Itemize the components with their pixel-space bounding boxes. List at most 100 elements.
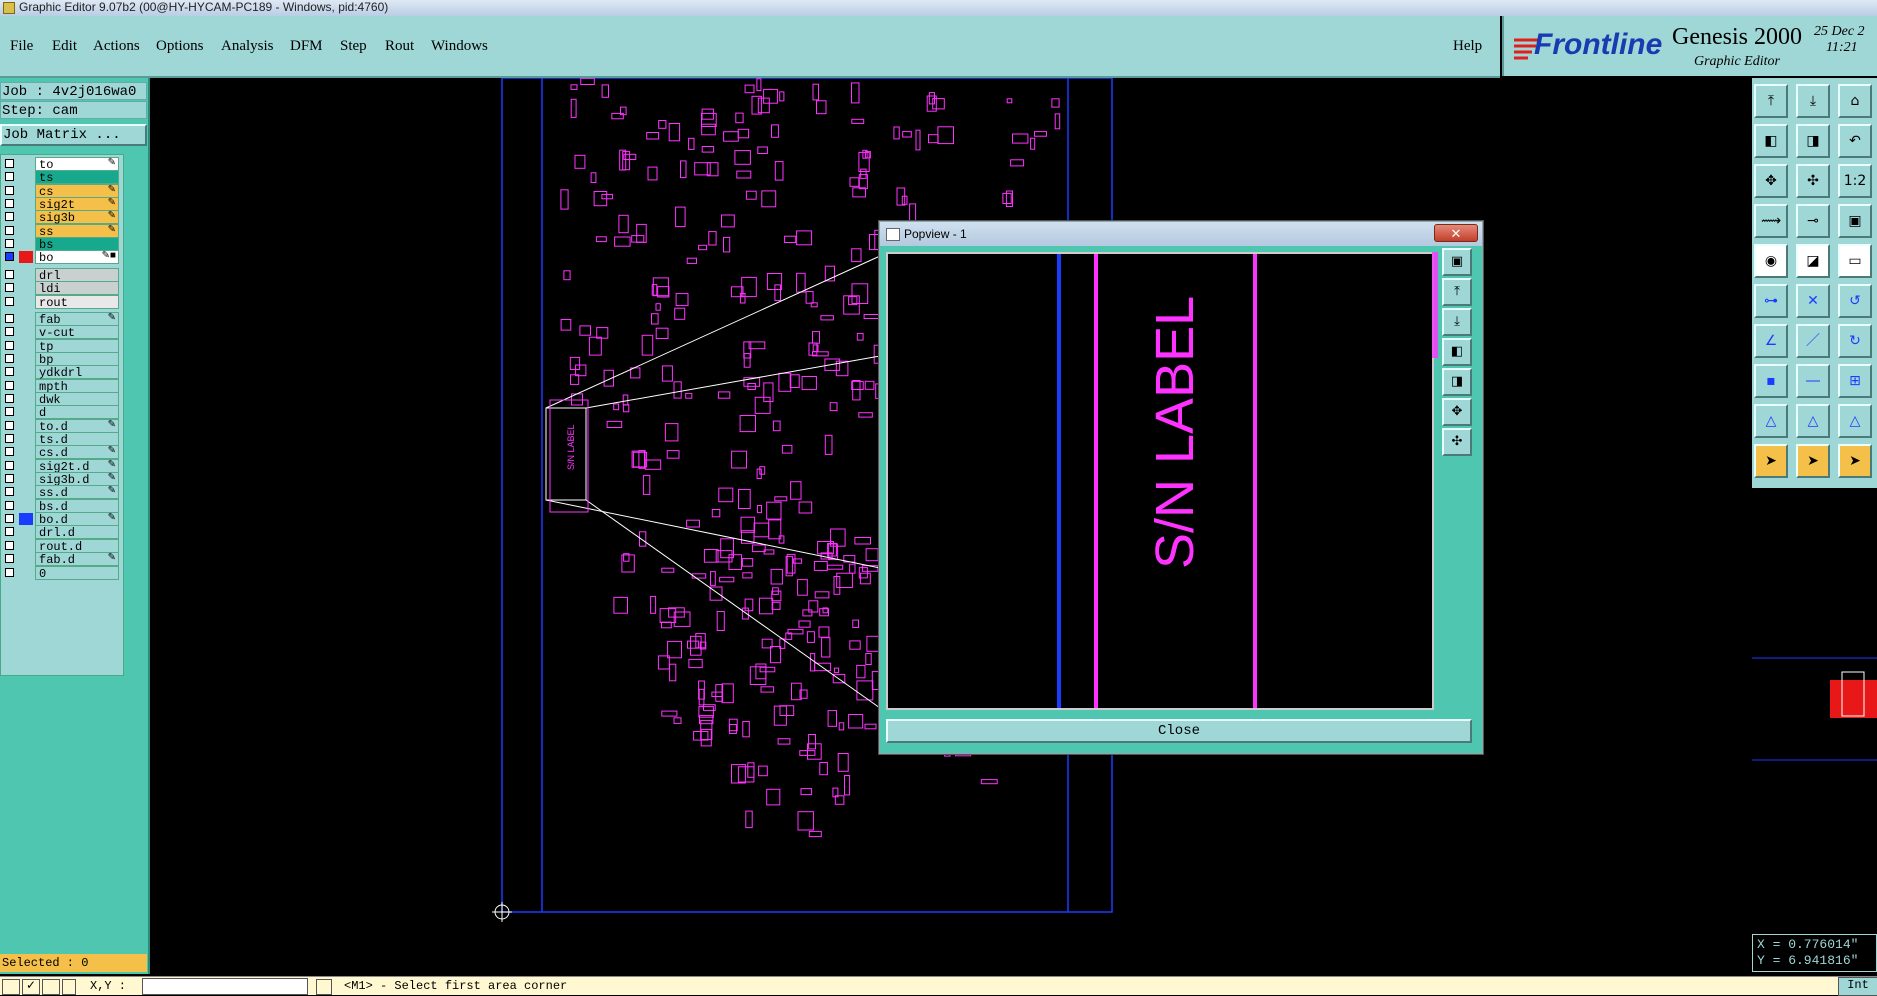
layer-checkbox[interactable] <box>5 527 14 537</box>
layer-row-cs-d[interactable]: cs.d ✎ <box>3 445 119 460</box>
add-pad-icon[interactable]: ◉ <box>1754 244 1788 278</box>
layer-checkbox[interactable] <box>5 407 14 417</box>
layer-checkbox[interactable] <box>5 212 14 222</box>
layer-row-rout[interactable]: rout <box>3 294 119 310</box>
layer-name[interactable]: sig2t.d <box>35 458 119 474</box>
layer-row-bs-d[interactable]: bs.d <box>3 498 119 514</box>
layer-name[interactable]: ss.d <box>35 485 119 500</box>
layer-name[interactable]: sig3b.d <box>35 472 119 487</box>
layer-checkbox[interactable] <box>5 327 14 337</box>
layer-row-to-d[interactable]: to.d ✎ <box>3 418 119 434</box>
layer-row-bo-d[interactable]: bo.d ✎ <box>3 512 119 527</box>
menu-dfm[interactable]: DFM <box>290 38 323 55</box>
menu-file[interactable]: File <box>10 38 33 55</box>
layer-checkbox[interactable] <box>5 380 14 390</box>
menu-options[interactable]: Options <box>156 38 204 55</box>
menu-help[interactable]: Help <box>1453 38 1482 55</box>
layer-checkbox[interactable] <box>5 239 14 249</box>
layer-checkbox[interactable] <box>5 367 14 377</box>
scale-icon[interactable]: 1:2 <box>1838 164 1872 198</box>
layer-row-ldi[interactable]: ldi <box>3 281 119 296</box>
layer-checkbox[interactable] <box>5 474 14 484</box>
triangle-c-icon[interactable]: △ <box>1838 404 1872 438</box>
layer-name[interactable]: sig2t <box>35 197 119 212</box>
diagonal-icon[interactable]: ／ <box>1796 324 1830 358</box>
undo-zoom-icon[interactable]: ↶ <box>1838 124 1872 158</box>
layer-name[interactable]: drl.d <box>35 525 119 540</box>
layer-row-sig2t-d[interactable]: sig2t.d ✎ <box>3 458 119 474</box>
layer-row-tp[interactable]: tp <box>3 338 119 354</box>
layer-row-dwk[interactable]: dwk <box>3 391 119 407</box>
layer-name[interactable]: bo.d <box>35 512 119 527</box>
job-matrix-button[interactable]: Job Matrix ... <box>0 124 147 146</box>
layer-name[interactable]: ydkdrl <box>35 365 119 380</box>
pv-zoom-down-icon[interactable]: ⤓ <box>1442 308 1472 336</box>
measure-icon[interactable]: ⊸ <box>1796 204 1830 238</box>
layer-checkbox[interactable] <box>5 225 14 235</box>
layer-checkbox[interactable] <box>5 460 14 470</box>
pan-right-icon[interactable]: ◨ <box>1796 124 1830 158</box>
layer-name[interactable]: v-cut <box>35 325 119 340</box>
layer-name[interactable]: ss <box>35 223 119 239</box>
triangle-b-icon[interactable]: △ <box>1796 404 1830 438</box>
layer-name[interactable]: drl <box>35 267 119 283</box>
status-grid-icon[interactable] <box>42 979 60 995</box>
menu-rout[interactable]: Rout <box>385 38 414 55</box>
layer-name[interactable]: dwk <box>35 391 119 407</box>
popview-titlebar[interactable]: Popview - 1 ✕ <box>880 222 1482 246</box>
layer-row-mpth[interactable]: mpth <box>3 378 119 394</box>
draw-line-icon[interactable]: ∠ <box>1754 324 1788 358</box>
layer-row-to[interactable]: to ✎ <box>3 157 119 172</box>
pv-fit-icon[interactable]: ✥ <box>1442 398 1472 426</box>
layer-checkbox[interactable] <box>5 540 14 550</box>
select-touch-icon[interactable]: ➤ <box>1796 444 1830 478</box>
layer-checkbox[interactable] <box>5 434 14 443</box>
layer-row-d[interactable]: d <box>3 405 119 420</box>
status-check-icon[interactable]: ✓ <box>22 979 40 995</box>
dimension-icon[interactable]: ⊞ <box>1838 364 1872 398</box>
layer-checkbox[interactable] <box>5 172 14 182</box>
layer-checkbox[interactable] <box>5 252 14 262</box>
layer-row-cs[interactable]: cs ✎ <box>3 183 119 199</box>
fit-all-icon[interactable]: ✥ <box>1754 164 1788 198</box>
layer-name[interactable]: cs <box>35 183 119 199</box>
select-arrow-icon[interactable]: ➤ <box>1754 444 1788 478</box>
layer-row-ss-d[interactable]: ss.d ✎ <box>3 485 119 500</box>
layer-name[interactable]: cs.d <box>35 445 119 460</box>
layer-checkbox[interactable] <box>5 487 14 497</box>
layer-row-bs[interactable]: bs <box>3 237 119 252</box>
add-line-icon[interactable]: ◪ <box>1796 244 1830 278</box>
layer-name[interactable]: tp <box>35 338 119 354</box>
refresh-icon[interactable]: ↻ <box>1838 324 1872 358</box>
popview-canvas[interactable]: S/N LABEL <box>886 252 1434 710</box>
status-square-icon[interactable] <box>62 979 76 995</box>
fit-center-icon[interactable]: ✣ <box>1796 164 1830 198</box>
layer-row-fab[interactable]: fab ✎ <box>3 311 119 327</box>
layer-row-drl[interactable]: drl <box>3 267 119 283</box>
menu-actions[interactable]: Actions <box>93 38 140 55</box>
popview-close-button[interactable]: Close <box>886 719 1472 743</box>
status-toggle-icon[interactable] <box>316 979 332 995</box>
layer-checkbox[interactable] <box>5 199 14 209</box>
menu-windows[interactable]: Windows <box>431 38 488 55</box>
layer-name[interactable]: sig3b <box>35 210 119 225</box>
layer-row-0[interactable]: 0 <box>3 565 119 581</box>
pv-zoom-in-icon[interactable]: ⤒ <box>1442 278 1472 306</box>
layer-name[interactable]: bs <box>35 237 119 252</box>
layer-row-sig3b[interactable]: sig3b ✎ <box>3 210 119 225</box>
arc-icon[interactable]: ↺ <box>1838 284 1872 318</box>
layer-row-bo[interactable]: bo ✎■ <box>3 250 119 265</box>
overview-panel[interactable] <box>1752 488 1877 934</box>
layer-name[interactable]: mpth <box>35 378 119 394</box>
menu-step[interactable]: Step <box>340 38 367 55</box>
layer-row-v-cut[interactable]: v-cut <box>3 325 119 340</box>
layer-row-ts-d[interactable]: ts.d <box>3 432 119 447</box>
layer-checkbox[interactable] <box>5 420 14 430</box>
menu-analysis[interactable]: Analysis <box>221 38 274 55</box>
layer-name[interactable]: bp <box>35 351 119 367</box>
layer-name[interactable]: to <box>35 157 119 172</box>
layer-checkbox[interactable] <box>5 269 14 279</box>
layer-checkbox[interactable] <box>5 554 14 564</box>
select-area-icon[interactable]: ➤ <box>1838 444 1872 478</box>
pan-left-icon[interactable]: ◧ <box>1754 124 1788 158</box>
